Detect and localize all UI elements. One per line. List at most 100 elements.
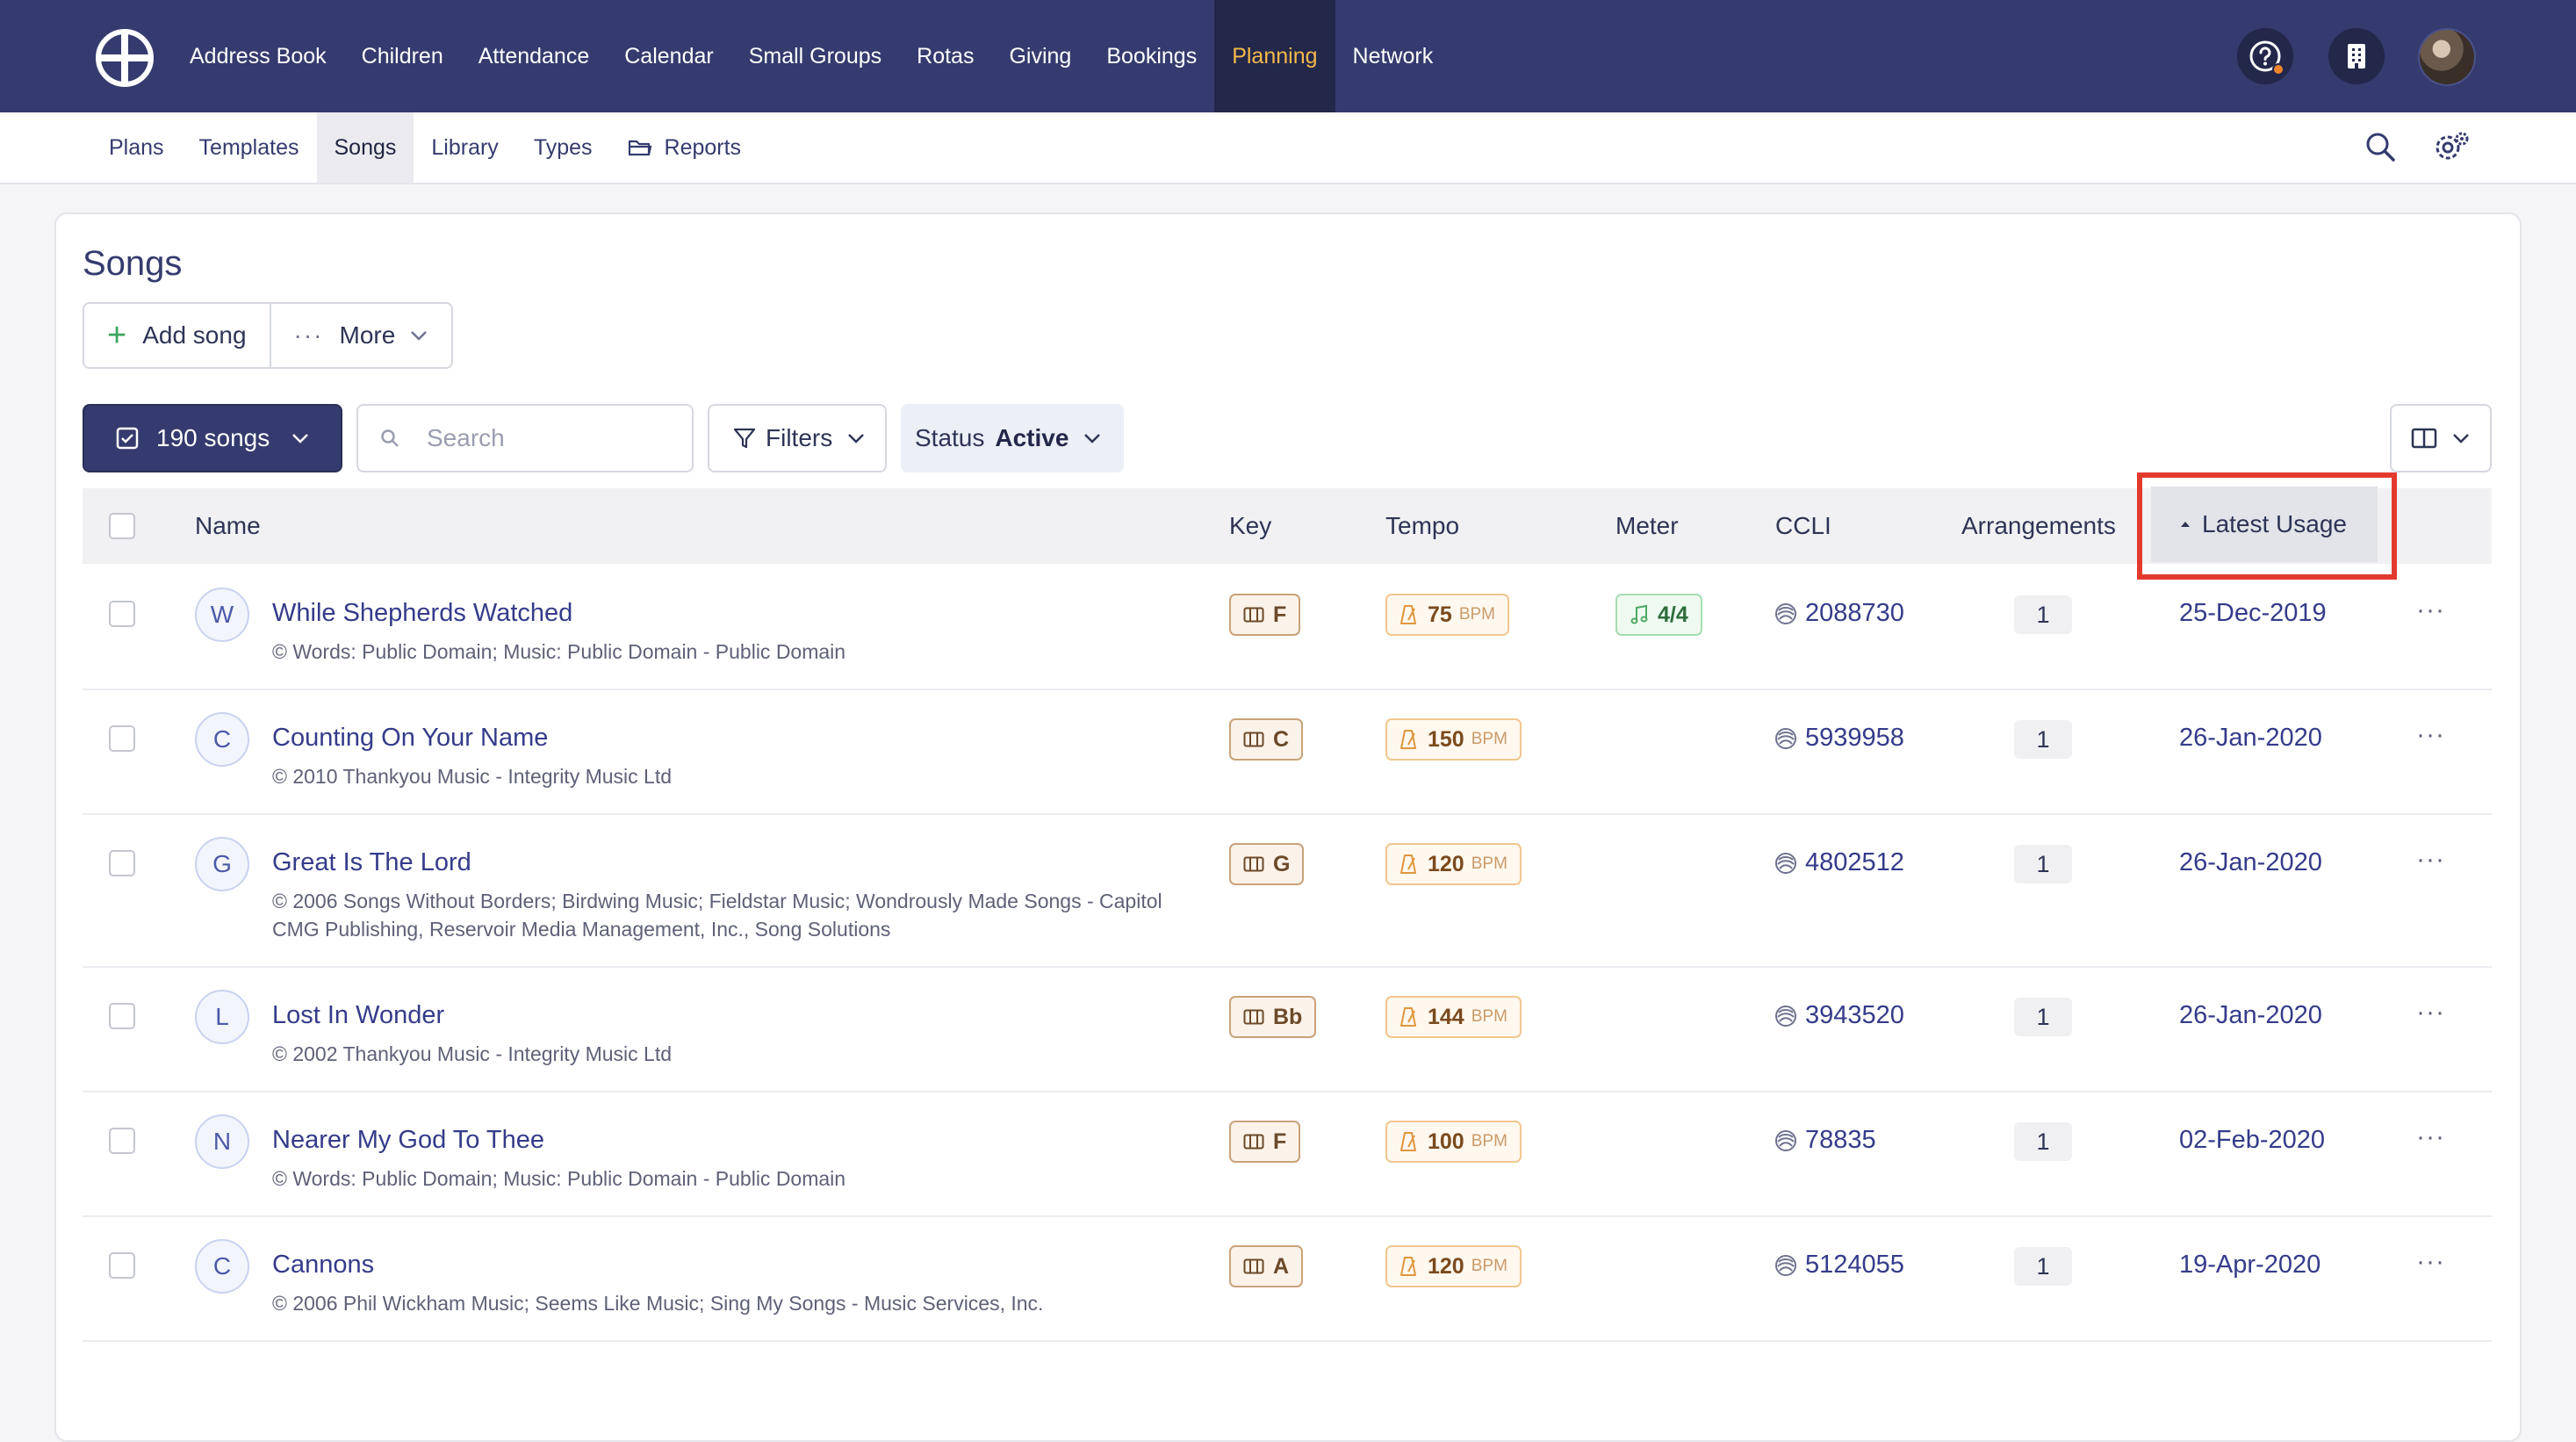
- row-actions-menu-icon[interactable]: ···: [2416, 1247, 2445, 1277]
- more-button[interactable]: ··· More: [269, 304, 452, 367]
- top-nav-item-small-groups[interactable]: Small Groups: [731, 0, 899, 112]
- chevron-down-icon: [2453, 434, 2469, 443]
- ccli-icon: [1775, 1129, 1796, 1151]
- row-checkbox[interactable]: [109, 601, 135, 627]
- help-button[interactable]: [2237, 28, 2293, 84]
- ccli-link[interactable]: 4802512: [1774, 848, 1904, 877]
- music-note-icon: [1630, 604, 1648, 624]
- row-actions-menu-icon[interactable]: ···: [2416, 998, 2445, 1027]
- organisation-button[interactable]: [2328, 28, 2385, 84]
- song-name-link[interactable]: While Shepherds Watched: [272, 599, 572, 628]
- row-checkbox[interactable]: [109, 850, 135, 876]
- row-checkbox[interactable]: [109, 1003, 135, 1029]
- ccli-number: 2088730: [1805, 599, 1904, 627]
- ccli-number: 78835: [1805, 1126, 1876, 1154]
- latest-usage-date: 26-Jan-2020: [2179, 724, 2322, 752]
- top-nav-item-giving[interactable]: Giving: [991, 0, 1089, 112]
- user-avatar[interactable]: [2418, 28, 2476, 86]
- sub-nav-item-library[interactable]: Library: [414, 112, 515, 183]
- key-badge: G: [1229, 843, 1305, 885]
- top-nav-item-network[interactable]: Network: [1335, 0, 1451, 112]
- key-value: C: [1273, 726, 1290, 752]
- row-actions-menu-icon[interactable]: ···: [2416, 845, 2445, 875]
- filters-button[interactable]: Filters: [708, 404, 887, 472]
- top-nav-item-planning[interactable]: Planning: [1214, 0, 1335, 112]
- song-initial-avatar: G: [195, 837, 249, 891]
- add-song-button[interactable]: + Add song: [84, 304, 270, 367]
- table-row[interactable]: N Nearer My God To Thee © Words: Public Do…: [83, 1092, 2492, 1217]
- row-actions-menu-icon[interactable]: ···: [2416, 1122, 2445, 1152]
- search-input[interactable]: Search: [356, 404, 694, 472]
- ccli-link[interactable]: 2088730: [1774, 599, 1904, 628]
- column-header-tempo[interactable]: Tempo: [1385, 488, 1459, 564]
- columns-button[interactable]: [2390, 404, 2492, 472]
- ccli-link[interactable]: 78835: [1774, 1126, 1876, 1155]
- row-actions-menu-icon[interactable]: ···: [2416, 595, 2445, 625]
- filter-icon: [733, 428, 756, 449]
- metronome-icon: [1400, 854, 1416, 874]
- song-name-link[interactable]: Nearer My God To Thee: [272, 1126, 544, 1155]
- tempo-badge: 120 BPM: [1385, 843, 1522, 885]
- column-header-arrangements[interactable]: Arrangements: [1961, 488, 2116, 564]
- column-header-name[interactable]: Name: [195, 488, 261, 564]
- top-nav-item-children[interactable]: Children: [344, 0, 461, 112]
- table-row[interactable]: C Counting On Your Name © 2010 Thankyou Mu…: [83, 690, 2492, 815]
- tempo-badge: 150 BPM: [1385, 718, 1522, 761]
- tempo-value: 144: [1428, 1004, 1464, 1029]
- table-row[interactable]: C Cannons © 2006 Phil Wickham Music; Seems…: [83, 1217, 2492, 1342]
- song-name-link[interactable]: Great Is The Lord: [272, 848, 471, 877]
- top-nav-item-rotas[interactable]: Rotas: [899, 0, 991, 112]
- arrangements-count: 1: [2014, 1122, 2072, 1161]
- row-checkbox[interactable]: [109, 1252, 135, 1279]
- top-nav-item-address-book[interactable]: Address Book: [172, 0, 344, 112]
- table-row[interactable]: G Great Is The Lord © 2006 Songs Without B…: [83, 815, 2492, 968]
- top-navigation-bar: Address Book Children Attendance Calendar Sm…: [0, 0, 2576, 112]
- app-logo-icon[interactable]: [95, 28, 155, 88]
- song-count-button[interactable]: 190 songs: [83, 404, 342, 472]
- song-initial-avatar: L: [195, 990, 249, 1044]
- search-placeholder: Search: [427, 424, 505, 451]
- sub-navigation-bar: Plans Templates Songs Library Types Reports: [0, 112, 2576, 184]
- top-nav-item-bookings[interactable]: Bookings: [1089, 0, 1214, 112]
- checkbox-icon: [116, 427, 139, 450]
- status-label: Status: [915, 424, 985, 451]
- ccli-icon: [1775, 1254, 1796, 1276]
- song-name-link[interactable]: Counting On Your Name: [272, 724, 548, 753]
- sub-nav-item-types[interactable]: Types: [516, 112, 610, 183]
- song-copyright: © 2006 Phil Wickham Music; Seems Like Mu…: [272, 1292, 1044, 1315]
- top-nav-item-attendance[interactable]: Attendance: [461, 0, 608, 112]
- row-checkbox[interactable]: [109, 725, 135, 752]
- tempo-badge: 120 BPM: [1385, 1245, 1522, 1287]
- search-icon: [381, 429, 399, 447]
- sub-nav-item-templates[interactable]: Templates: [182, 112, 317, 183]
- column-header-ccli[interactable]: CCLI: [1775, 488, 1831, 564]
- ccli-link[interactable]: 3943520: [1774, 1001, 1904, 1030]
- row-actions-menu-icon[interactable]: ···: [2416, 720, 2445, 750]
- column-header-meter[interactable]: Meter: [1615, 488, 1679, 564]
- arrangements-count: 1: [2014, 998, 2072, 1036]
- settings-icon[interactable]: [2430, 128, 2472, 169]
- song-name-link[interactable]: Cannons: [272, 1251, 374, 1280]
- column-header-key[interactable]: Key: [1229, 488, 1271, 564]
- sub-nav-item-reports[interactable]: Reports: [610, 112, 759, 183]
- row-checkbox[interactable]: [109, 1128, 135, 1154]
- sub-nav-item-plans[interactable]: Plans: [91, 112, 182, 183]
- latest-usage-date: 25-Dec-2019: [2179, 599, 2327, 627]
- select-all-checkbox[interactable]: [109, 488, 135, 564]
- table-row[interactable]: W While Shepherds Watched © Words: Public …: [83, 566, 2492, 690]
- sub-nav-item-songs[interactable]: Songs: [316, 112, 414, 183]
- ccli-link[interactable]: 5124055: [1774, 1251, 1904, 1280]
- sub-nav-label: Plans: [109, 134, 164, 160]
- ccli-number: 5124055: [1805, 1251, 1904, 1279]
- bpm-unit: BPM: [1471, 730, 1507, 748]
- status-filter-button[interactable]: Status Active: [901, 404, 1124, 472]
- sub-nav-label: Types: [533, 134, 593, 160]
- piano-keys-icon: [1243, 732, 1264, 747]
- song-name-link[interactable]: Lost In Wonder: [272, 1001, 444, 1030]
- top-nav-item-calendar[interactable]: Calendar: [607, 0, 730, 112]
- ccli-link[interactable]: 5939958: [1774, 724, 1904, 753]
- ccli-number: 5939958: [1805, 724, 1904, 752]
- song-actions-group: + Add song ··· More: [83, 302, 454, 369]
- search-icon[interactable]: [2362, 128, 2399, 169]
- table-row[interactable]: L Lost In Wonder © 2002 Thankyou Music - I…: [83, 968, 2492, 1092]
